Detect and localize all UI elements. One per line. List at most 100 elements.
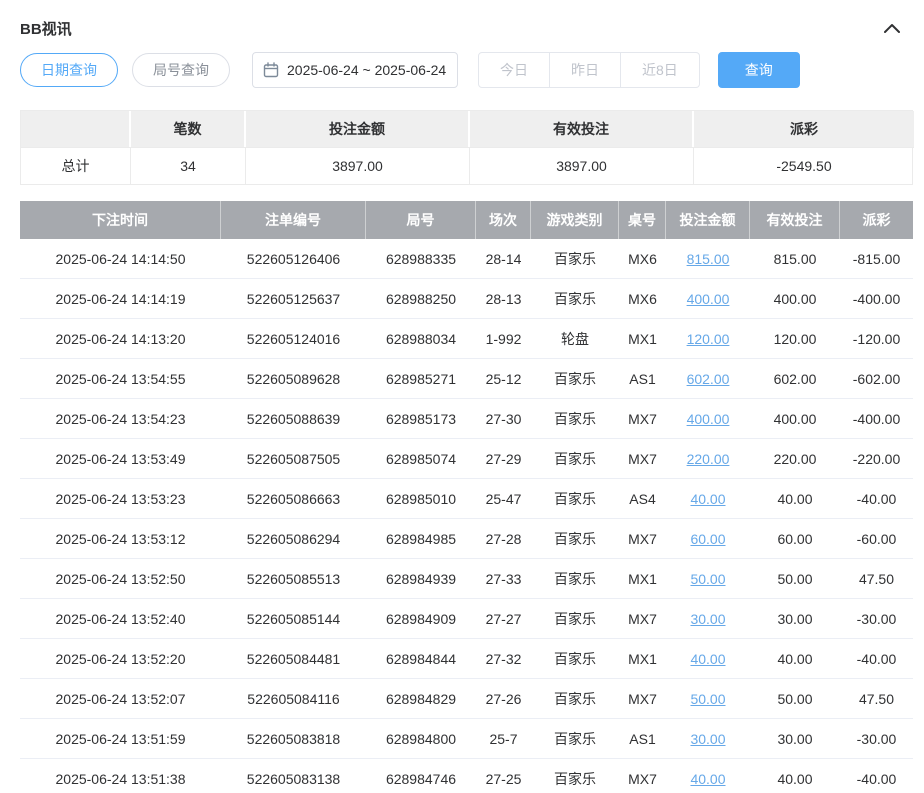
cell-round-no: 628984985 [366, 519, 476, 559]
cell-game-type: 百家乐 [531, 279, 619, 319]
cell-bet-time: 2025-06-24 13:53:23 [20, 479, 221, 519]
col-header-bet: 投注金额 [666, 201, 750, 239]
yesterday-button[interactable]: 昨日 [550, 52, 621, 88]
search-button[interactable]: 查询 [718, 52, 800, 88]
summary-total-count: 34 [131, 147, 246, 184]
last-8-days-button[interactable]: 近8日 [621, 52, 700, 88]
cell-table-no: MX7 [619, 399, 666, 439]
summary-total-valid: 3897.00 [470, 147, 694, 184]
summary-header-valid: 有效投注 [470, 111, 694, 147]
table-row: 2025-06-24 13:52:07 522605084116 6289848… [20, 679, 913, 719]
cell-valid-bet: 60.00 [750, 519, 840, 559]
tab-date-query[interactable]: 日期查询 [20, 53, 118, 87]
tab-round-query[interactable]: 局号查询 [132, 53, 230, 87]
cell-session: 27-28 [476, 519, 531, 559]
cell-payout: -400.00 [840, 399, 913, 439]
cell-bet-amount-link[interactable]: 40.00 [666, 759, 750, 793]
cell-bet-amount-link[interactable]: 120.00 [666, 319, 750, 359]
cell-valid-bet: 400.00 [750, 399, 840, 439]
chevron-up-icon[interactable] [880, 16, 904, 40]
cell-bet-amount-link[interactable]: 602.00 [666, 359, 750, 399]
summary-total-label: 总计 [21, 147, 131, 184]
cell-bet-amount-link[interactable]: 30.00 [666, 719, 750, 759]
bet-table-body: 2025-06-24 14:14:50 522605126406 6289883… [20, 239, 904, 793]
summary-table: 笔数 投注金额 有效投注 派彩 总计 34 3897.00 3897.00 -2… [20, 110, 913, 185]
table-row: 2025-06-24 13:52:40 522605085144 6289849… [20, 599, 913, 639]
today-button[interactable]: 今日 [478, 52, 550, 88]
cell-bet-amount-link[interactable]: 30.00 [666, 599, 750, 639]
cell-game-type: 百家乐 [531, 719, 619, 759]
calendar-icon [263, 62, 279, 78]
cell-payout: -602.00 [840, 359, 913, 399]
cell-bet-time: 2025-06-24 13:54:55 [20, 359, 221, 399]
cell-bet-amount-link[interactable]: 220.00 [666, 439, 750, 479]
cell-game-type: 百家乐 [531, 639, 619, 679]
cell-round-no: 628988335 [366, 239, 476, 279]
cell-order-no: 522605085144 [221, 599, 366, 639]
cell-payout: 47.50 [840, 559, 913, 599]
cell-bet-time: 2025-06-24 13:52:20 [20, 639, 221, 679]
cell-session: 27-27 [476, 599, 531, 639]
cell-payout: -220.00 [840, 439, 913, 479]
date-range-input[interactable]: 2025-06-24 ~ 2025-06-24 [252, 52, 458, 88]
cell-table-no: AS1 [619, 359, 666, 399]
bb-video-panel: BB视讯 日期查询 局号查询 2025-06-24 ~ 2025-06-24 今… [0, 0, 924, 793]
table-row: 2025-06-24 13:54:55 522605089628 6289852… [20, 359, 913, 399]
cell-payout: -40.00 [840, 639, 913, 679]
cell-payout: -40.00 [840, 759, 913, 793]
cell-game-type: 百家乐 [531, 759, 619, 793]
cell-table-no: MX7 [619, 439, 666, 479]
cell-table-no: MX1 [619, 559, 666, 599]
cell-valid-bet: 120.00 [750, 319, 840, 359]
cell-order-no: 522605087505 [221, 439, 366, 479]
cell-order-no: 522605089628 [221, 359, 366, 399]
table-row: 2025-06-24 13:53:49 522605087505 6289850… [20, 439, 913, 479]
cell-table-no: AS4 [619, 479, 666, 519]
cell-valid-bet: 602.00 [750, 359, 840, 399]
cell-bet-amount-link[interactable]: 400.00 [666, 399, 750, 439]
cell-session: 27-30 [476, 399, 531, 439]
bet-table-header: 下注时间 注单编号 局号 场次 游戏类别 桌号 投注金额 有效投注 派彩 [20, 201, 913, 239]
cell-bet-time: 2025-06-24 13:52:50 [20, 559, 221, 599]
cell-round-no: 628988250 [366, 279, 476, 319]
summary-total-bet: 3897.00 [246, 147, 470, 184]
cell-table-no: MX6 [619, 279, 666, 319]
cell-session: 27-26 [476, 679, 531, 719]
cell-bet-time: 2025-06-24 13:54:23 [20, 399, 221, 439]
cell-table-no: MX1 [619, 319, 666, 359]
panel-title: BB视讯 [20, 18, 72, 39]
cell-table-no: MX1 [619, 639, 666, 679]
cell-bet-time: 2025-06-24 13:52:40 [20, 599, 221, 639]
cell-session: 28-13 [476, 279, 531, 319]
cell-table-no: MX7 [619, 759, 666, 793]
cell-table-no: MX6 [619, 239, 666, 279]
cell-session: 25-7 [476, 719, 531, 759]
summary-header-bet: 投注金额 [246, 111, 470, 147]
cell-payout: -30.00 [840, 719, 913, 759]
cell-order-no: 522605088639 [221, 399, 366, 439]
cell-bet-amount-link[interactable]: 50.00 [666, 679, 750, 719]
summary-header-payout: 派彩 [694, 111, 914, 147]
summary-header-count: 笔数 [131, 111, 246, 147]
cell-bet-amount-link[interactable]: 40.00 [666, 479, 750, 519]
table-row: 2025-06-24 13:52:20 522605084481 6289848… [20, 639, 913, 679]
cell-round-no: 628984746 [366, 759, 476, 793]
table-row: 2025-06-24 13:52:50 522605085513 6289849… [20, 559, 913, 599]
cell-round-no: 628984909 [366, 599, 476, 639]
cell-payout: -40.00 [840, 479, 913, 519]
cell-round-no: 628984829 [366, 679, 476, 719]
cell-session: 27-29 [476, 439, 531, 479]
cell-table-no: AS1 [619, 719, 666, 759]
cell-session: 28-14 [476, 239, 531, 279]
cell-bet-amount-link[interactable]: 400.00 [666, 279, 750, 319]
cell-payout: -400.00 [840, 279, 913, 319]
cell-bet-amount-link[interactable]: 815.00 [666, 239, 750, 279]
cell-bet-amount-link[interactable]: 40.00 [666, 639, 750, 679]
cell-bet-amount-link[interactable]: 50.00 [666, 559, 750, 599]
table-row: 2025-06-24 14:14:50 522605126406 6289883… [20, 239, 913, 279]
cell-game-type: 百家乐 [531, 239, 619, 279]
cell-table-no: MX7 [619, 599, 666, 639]
cell-order-no: 522605086294 [221, 519, 366, 559]
cell-bet-amount-link[interactable]: 60.00 [666, 519, 750, 559]
cell-round-no: 628985010 [366, 479, 476, 519]
